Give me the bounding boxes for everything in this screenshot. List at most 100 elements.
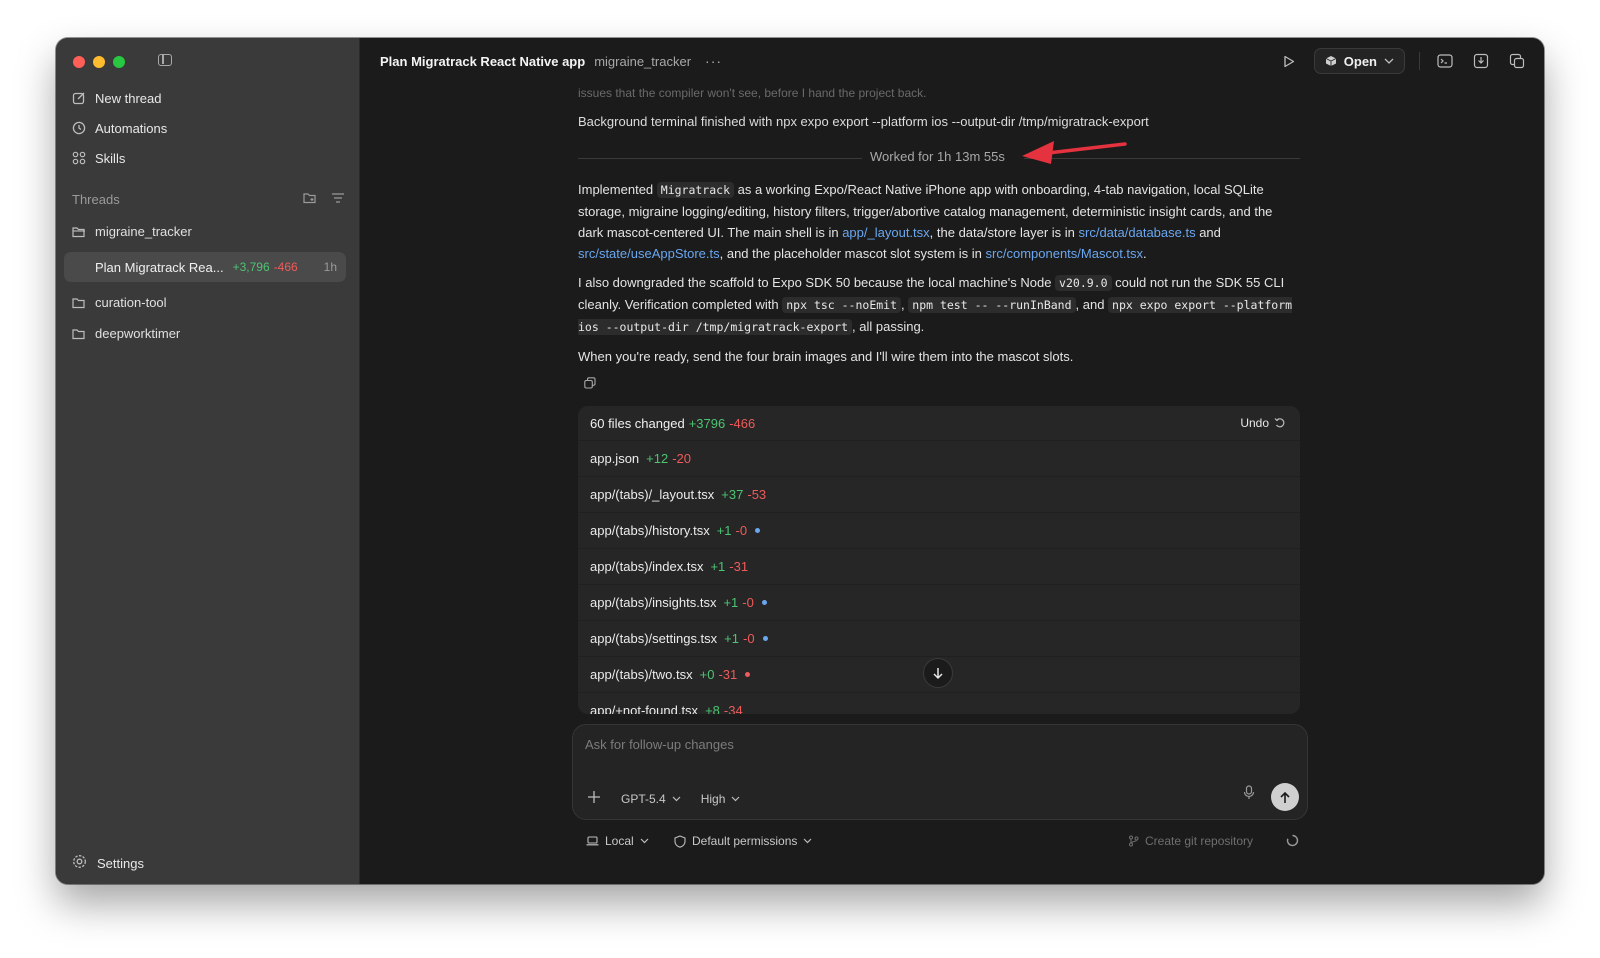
new-folder-icon[interactable] [303,192,317,207]
open-label: Open [1343,53,1377,69]
commit-button[interactable] [1470,50,1492,72]
inline-code: npx tsc --noEmit [782,297,902,313]
text: and [1195,225,1221,240]
file-deletions: -20 [672,451,692,466]
file-additions: +1 [710,559,726,574]
clock-icon [72,121,86,135]
thread-item-active[interactable]: Plan Migratrack Rea... +3,796 -466 1h [64,252,346,282]
file-name: app.json [590,451,640,466]
folder-label: curation-tool [95,295,167,310]
changed-file-row[interactable]: app/(tabs)/insights.tsx +1 -0 [578,584,1300,620]
filter-icon[interactable] [331,192,345,207]
environment-select[interactable]: Local [586,834,649,848]
threads-actions [303,192,345,207]
laptop-icon [586,836,599,846]
terminal-button[interactable] [1434,50,1456,72]
file-deletions: -0 [735,523,748,538]
thread-age: 1h [323,260,337,274]
background-terminal-status: Background terminal finished with npx ex… [578,114,1149,129]
inline-code: Migratrack [656,182,735,198]
chevron-down-icon [731,796,740,801]
maximize-window-button[interactable] [113,56,125,68]
automations-button[interactable]: Automations [72,117,167,139]
terminal-icon [1437,54,1453,68]
chevron-down-icon [1384,58,1394,64]
file-deletions: -53 [747,487,767,502]
divider-line [578,158,862,159]
arrow-down-icon [933,668,943,680]
chevron-down-icon [672,796,681,801]
skills-button[interactable]: Skills [72,147,125,169]
file-link[interactable]: app/_layout.tsx [842,225,929,240]
plus-icon [588,791,600,803]
settings-button[interactable]: Settings [72,854,144,872]
create-git-repo-button[interactable]: Create git repository [1128,834,1253,848]
changed-file-row[interactable]: app/(tabs)/index.tsx +1 -31 [578,548,1300,584]
model-label: GPT-5.4 [621,791,666,806]
send-button[interactable] [1271,783,1299,811]
file-name: app/(tabs)/history.tsx [590,523,710,538]
undo-label: Undo [1240,416,1269,430]
windows-icon [1509,53,1525,69]
changed-file-row[interactable]: app/(tabs)/history.tsx +1 -0 [578,512,1300,548]
inline-code: npm test -- --runInBand [908,297,1076,313]
text: . [1143,246,1147,261]
git-branch-icon [1129,835,1139,847]
undo-icon [1274,418,1285,428]
total-additions: +3796 [688,415,726,431]
message-paragraph: When you're ready, send the four brain i… [578,349,1074,364]
file-status-dot [755,528,761,533]
new-thread-button[interactable]: New thread [72,87,161,109]
open-button[interactable]: Open [1313,48,1405,74]
topbar: Plan Migratrack React Native app migrain… [360,38,1544,84]
file-link[interactable]: src/state/useAppStore.ts [578,246,720,261]
main-panel: Plan Migratrack React Native app migrain… [360,38,1544,884]
changed-files-panel: 60 files changed +3796 -466 Undo app.jso… [578,406,1300,714]
changed-file-row[interactable]: app.json +12 -20 [578,440,1300,476]
run-button[interactable] [1278,50,1300,72]
changed-file-row[interactable]: app/(tabs)/_layout.tsx +37 -53 [578,476,1300,512]
file-link[interactable]: src/components/Mascot.tsx [986,246,1144,261]
minimize-window-button[interactable] [93,56,105,68]
file-additions: +12 [646,451,669,466]
text: I also downgraded the scaffold to Expo S… [578,275,1056,290]
more-options-button[interactable]: ··· [705,53,722,69]
model-select[interactable]: GPT-5.4 [621,792,681,806]
git-label: Create git repository [1145,834,1254,848]
folder-icon [72,297,86,309]
file-link[interactable]: src/data/database.ts [1079,225,1196,240]
thread-deletions: -466 [273,260,298,274]
settings-label: Settings [97,855,144,871]
microphone-button[interactable] [1243,785,1255,805]
text: , all passing. [852,319,925,334]
folder-deepworktimer[interactable]: deepworktimer [72,326,180,341]
follow-up-input[interactable] [585,737,1185,752]
file-name: app/(tabs)/insights.tsx [590,595,717,610]
file-deletions: -31 [729,559,749,574]
attach-button[interactable] [587,790,601,807]
folder-migraine-tracker[interactable]: migraine_tracker [72,224,192,239]
copy-icon[interactable] [584,377,596,389]
play-icon [1284,55,1294,67]
scroll-down-button[interactable] [923,658,953,688]
worked-divider: Worked for 1h 13m 55s [578,141,1300,167]
file-status-dot [761,600,767,605]
changed-file-row[interactable]: app/+not-found.tsx +8 -34 [578,692,1300,714]
sidebar-toggle-icon[interactable] [158,54,172,66]
permissions-select[interactable]: Default permissions [674,834,812,848]
undo-button[interactable]: Undo [1240,416,1286,430]
shield-icon [674,834,686,848]
inline-code: v20.9.0 [1055,275,1112,291]
file-deletions: -0 [743,631,755,646]
changed-file-row[interactable]: app/(tabs)/settings.tsx +1 -0 [578,620,1300,656]
effort-select[interactable]: High [701,792,741,806]
composer: GPT-5.4 High [572,724,1308,820]
cube-icon [1325,56,1336,66]
message-paragraph: Implemented Migratrack as a working Expo… [578,179,1300,264]
loading-spinner-icon [1286,834,1299,847]
folder-curation-tool[interactable]: curation-tool [72,295,167,310]
close-window-button[interactable] [73,56,85,68]
folder-open-icon [72,226,86,238]
copy-window-button[interactable] [1506,50,1528,72]
composer-controls: GPT-5.4 High [587,790,740,807]
